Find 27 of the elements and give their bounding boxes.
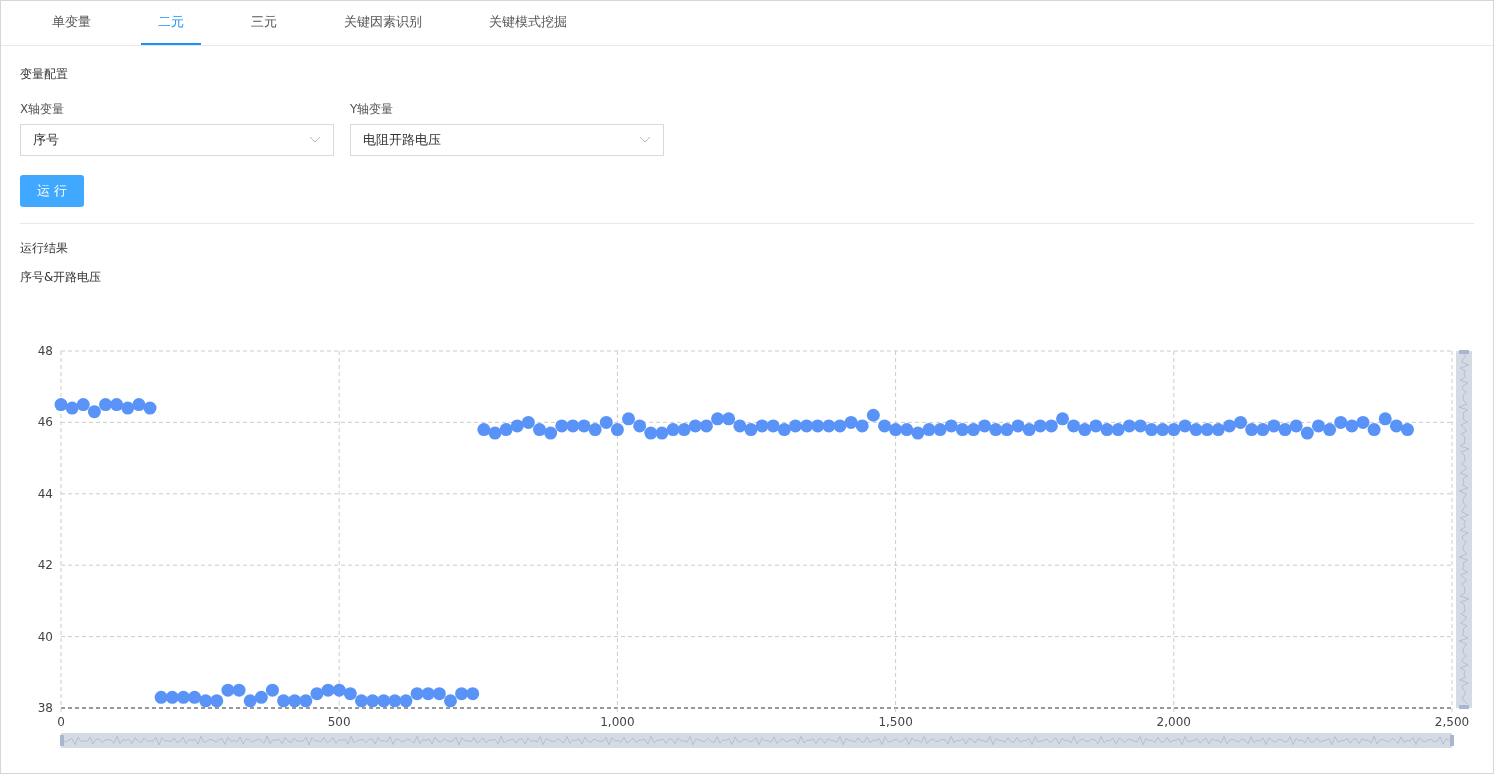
x-tick-label: 500 xyxy=(327,715,351,729)
x-tick-label: 0 xyxy=(57,715,65,729)
section-title: 变量配置 xyxy=(20,66,69,83)
x-tick-label: 1,000 xyxy=(600,715,635,729)
select-field[interactable]: 电阻开路电压 xyxy=(350,124,664,156)
field-label: X轴变量 xyxy=(20,101,66,118)
y-tick-label: 48 xyxy=(37,344,53,358)
field-label: Y轴变量 xyxy=(350,101,395,118)
tab[interactable]: 三元 xyxy=(234,1,294,45)
x-tick-label: 2,500 xyxy=(1434,715,1470,729)
chevron-down-icon xyxy=(639,136,651,144)
tab[interactable]: 关键模式挖掘 xyxy=(472,1,584,45)
x-tick-label: 1,500 xyxy=(878,715,913,729)
y-tick-label: 40 xyxy=(37,629,53,644)
x-tick-label: 2,000 xyxy=(1156,715,1191,729)
section-title: 运行结果 xyxy=(20,240,69,257)
horizontal-zoom-slider[interactable] xyxy=(60,733,1454,748)
select-field[interactable]: 序号 xyxy=(20,124,334,156)
chevron-down-icon xyxy=(309,136,321,144)
tab[interactable]: 单变量 xyxy=(35,1,108,45)
y-tick-label: 46 xyxy=(37,415,53,430)
y-tick-label: 44 xyxy=(37,486,53,501)
vertical-zoom-slider[interactable] xyxy=(1456,350,1472,709)
tab[interactable]: 关键因素识别 xyxy=(327,1,439,45)
y-tick-label: 42 xyxy=(37,558,53,573)
y-tick-label: 38 xyxy=(37,701,53,715)
chart-title: 序号&开路电压 xyxy=(20,269,103,286)
